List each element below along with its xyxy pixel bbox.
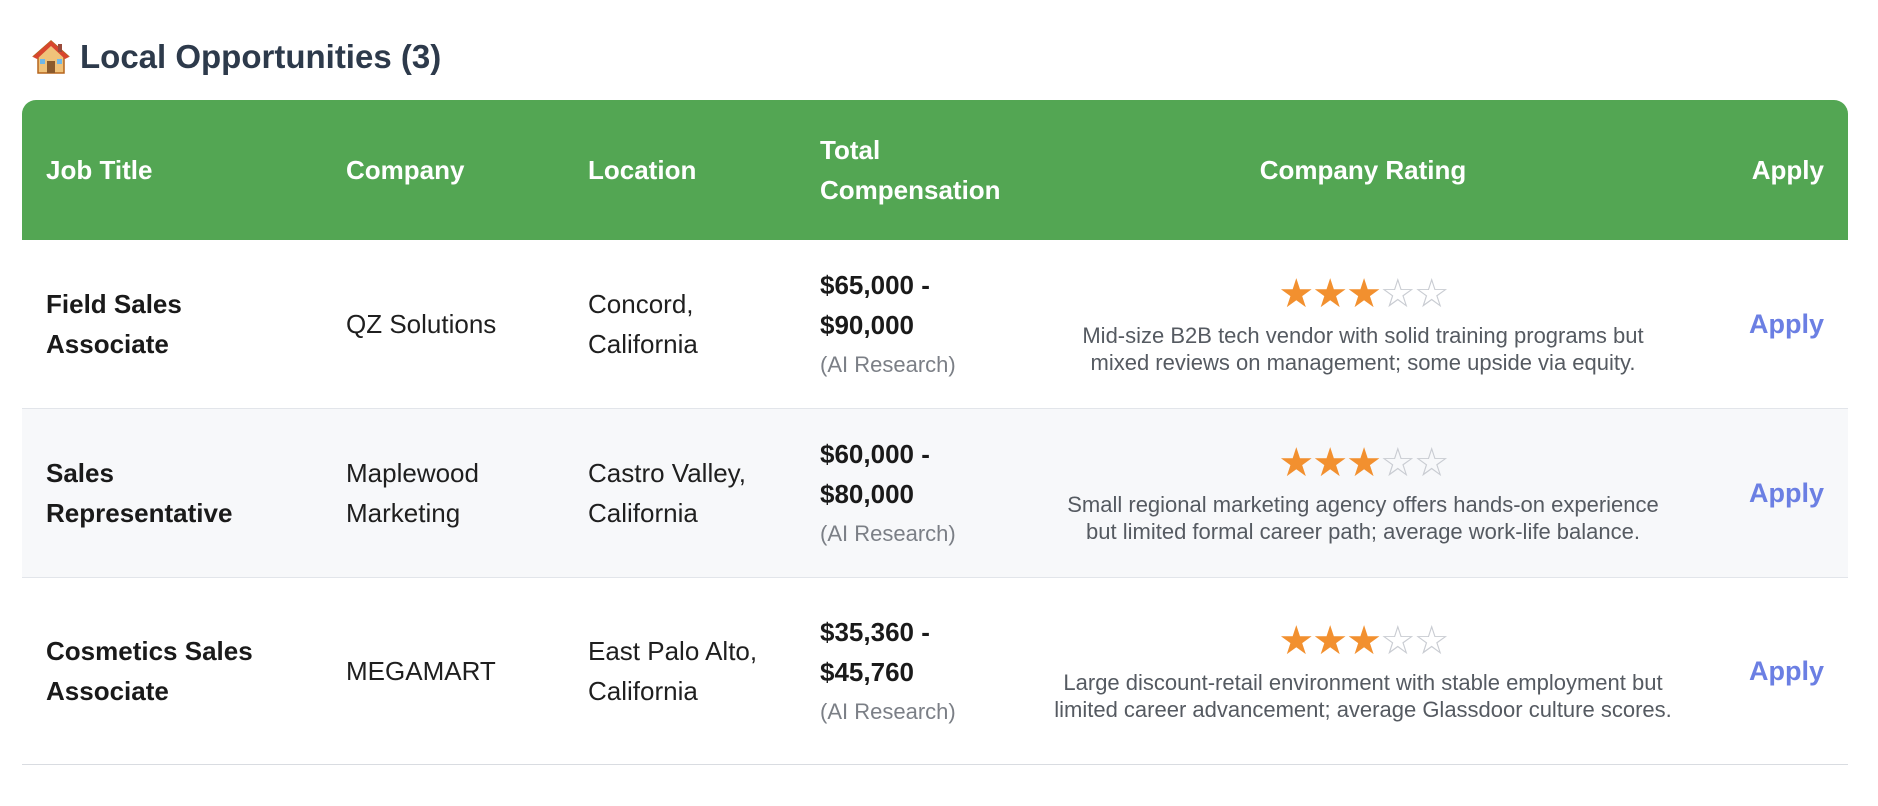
header-company-rating: Company Rating [1038,100,1688,240]
compensation-source: (AI Research) [820,352,956,377]
location-line: Castro Valley, [588,458,746,488]
location-cell: Castro Valley, California [564,409,796,578]
star-rating: ★★★☆☆ [1038,619,1688,663]
location-line: California [588,676,698,706]
house-icon [32,38,70,76]
compensation-range: $65,000 - $90,000 [820,265,1038,345]
job-title-line: Field Sales [46,289,182,319]
job-title-cell: Field Sales Associate [22,240,322,409]
apply-cell: Apply [1688,409,1848,578]
rating-description: Large discount-retail environment with s… [1054,670,1672,722]
job-title-line: Sales [46,458,114,488]
company-name: Maplewood [346,458,479,488]
company-cell: Maplewood Marketing [322,409,564,578]
apply-link[interactable]: Apply [1749,656,1824,686]
header-company: Company [322,100,564,240]
header-compensation-line2: Compensation [820,175,1001,205]
star-full-icon: ★★★ [1278,272,1382,316]
header-compensation-line1: Total [820,135,881,165]
rating-cell: ★★★☆☆ Mid-size B2B tech vendor with soli… [1038,240,1688,409]
company-name: MEGAMART [346,656,496,686]
star-empty-icon: ☆☆ [1379,272,1450,316]
header-apply: Apply [1688,100,1848,240]
page-container: Local Opportunities (3) Job Title Compan… [22,0,1848,765]
company-cell: MEGAMART [322,578,564,765]
compensation-max: $90,000 [820,310,914,340]
apply-cell: Apply [1688,240,1848,409]
compensation-source: (AI Research) [820,521,956,546]
star-rating: ★★★☆☆ [1038,441,1688,485]
star-empty-icon: ☆☆ [1379,441,1450,485]
compensation-cell: $65,000 - $90,000 (AI Research) [796,240,1038,409]
compensation-range: $60,000 - $80,000 [820,434,1038,514]
table-row: Cosmetics Sales Associate MEGAMART East … [22,578,1848,765]
compensation-cell: $60,000 - $80,000 (AI Research) [796,409,1038,578]
location-cell: Concord, California [564,240,796,409]
compensation-source: (AI Research) [820,699,956,724]
job-title-line: Associate [46,329,169,359]
location-line: East Palo Alto, [588,636,758,666]
compensation-cell: $35,360 - $45,760 (AI Research) [796,578,1038,765]
apply-link[interactable]: Apply [1749,478,1824,508]
job-title-line: Associate [46,676,169,706]
apply-cell: Apply [1688,578,1848,765]
company-name: Marketing [346,498,461,528]
rating-cell: ★★★☆☆ Small regional marketing agency of… [1038,409,1688,578]
location-line: Concord, [588,289,694,319]
compensation-max: $45,760 [820,657,914,687]
compensation-min: $65,000 - [820,270,930,300]
location-cell: East Palo Alto, California [564,578,796,765]
job-title-cell: Cosmetics Sales Associate [22,578,322,765]
job-title-line: Representative [46,498,233,528]
rating-cell: ★★★☆☆ Large discount-retail environment … [1038,578,1688,765]
table-row: Field Sales Associate QZ Solutions Conco… [22,240,1848,409]
table-header-row: Job Title Company Location Total Compens… [22,100,1848,240]
star-rating: ★★★☆☆ [1038,272,1688,316]
company-cell: QZ Solutions [322,240,564,409]
header-location: Location [564,100,796,240]
compensation-min: $35,360 - [820,617,930,647]
compensation-min: $60,000 - [820,439,930,469]
star-full-icon: ★★★ [1278,441,1382,485]
star-empty-icon: ☆☆ [1379,619,1450,663]
company-name: QZ Solutions [346,309,497,339]
header-compensation: Total Compensation [796,100,1038,240]
apply-link[interactable]: Apply [1749,309,1824,339]
section-heading: Local Opportunities (3) [32,36,1848,78]
rating-description: Mid-size B2B tech vendor with solid trai… [1082,323,1644,375]
header-job-title: Job Title [22,100,322,240]
location-line: California [588,329,698,359]
job-title-line: Cosmetics Sales [46,636,253,666]
jobs-table: Job Title Company Location Total Compens… [22,100,1848,765]
rating-description: Small regional marketing agency offers h… [1067,492,1659,544]
star-full-icon: ★★★ [1278,619,1382,663]
table-row: Sales Representative Maplewood Marketing… [22,409,1848,578]
job-title-cell: Sales Representative [22,409,322,578]
section-title: Local Opportunities (3) [80,38,442,75]
compensation-range: $35,360 - $45,760 [820,612,1038,692]
compensation-max: $80,000 [820,479,914,509]
location-line: California [588,498,698,528]
